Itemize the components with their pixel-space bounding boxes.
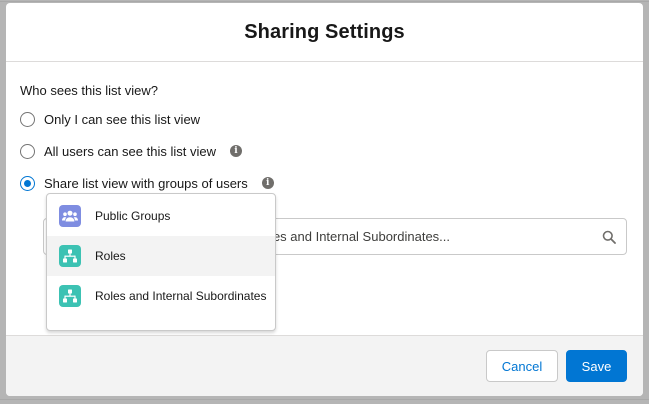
info-icon[interactable]: i	[229, 145, 242, 157]
radio-label: Share list view with groups of users	[44, 175, 248, 191]
cancel-button[interactable]: Cancel	[486, 350, 558, 382]
visibility-question: Who sees this list view?	[20, 83, 158, 98]
dropdown-item-label: Public Groups	[95, 209, 171, 223]
modal-header: Sharing Settings	[6, 3, 643, 62]
sharing-settings-modal: Sharing Settings Who sees this list view…	[6, 3, 643, 396]
dropdown-item-roles-subordinates[interactable]: Roles and Internal Subordinates	[47, 276, 275, 316]
dropdown-item-public-groups[interactable]: Public Groups	[47, 196, 275, 236]
radio-button-selected[interactable]	[20, 175, 35, 191]
dropdown-item-label: Roles and Internal Subordinates	[95, 289, 267, 303]
roles-subordinates-icon	[59, 285, 81, 307]
radio-label: All users can see this list view	[44, 143, 216, 159]
backdrop-line	[0, 1, 649, 2]
radio-label: Only I can see this list view	[44, 111, 201, 127]
radio-share-groups[interactable]: Share list view with groups of users i	[20, 174, 274, 192]
radio-only-me[interactable]: Only I can see this list view	[20, 110, 200, 128]
modal-footer: Cancel Save	[6, 335, 643, 396]
dropdown-item-label: Roles	[95, 249, 126, 263]
dropdown-item-roles[interactable]: Roles	[47, 236, 275, 276]
modal-body: Who sees this list view? Only I can see …	[6, 63, 643, 335]
share-type-dropdown: Public Groups Roles Roles and Internal S…	[46, 193, 276, 331]
modal-title: Sharing Settings	[244, 20, 405, 43]
backdrop-line	[0, 399, 649, 400]
radio-button[interactable]	[20, 143, 35, 159]
radio-button[interactable]	[20, 111, 35, 127]
public-groups-icon	[59, 205, 81, 227]
info-icon[interactable]: i	[261, 177, 274, 189]
save-button[interactable]: Save	[566, 350, 627, 382]
radio-all-users[interactable]: All users can see this list view i	[20, 142, 242, 160]
roles-icon	[59, 245, 81, 267]
search-icon[interactable]	[602, 230, 616, 244]
